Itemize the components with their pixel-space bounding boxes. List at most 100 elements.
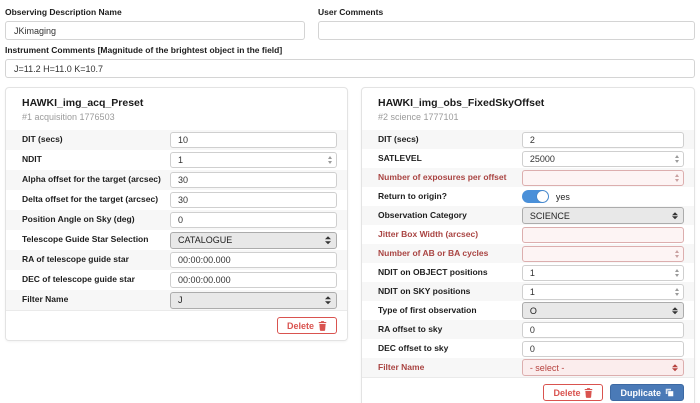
table-row: Return to origin? yes (362, 187, 694, 206)
ra-guide-star-input[interactable] (170, 252, 337, 268)
table-row: DEC offset to sky (362, 339, 694, 358)
filter-name-select[interactable]: - select - (522, 359, 684, 376)
instrument-comments-label: Instrument Comments [Magnitude of the br… (5, 45, 695, 55)
instrument-comments-input[interactable] (5, 59, 695, 78)
field-label: Delta offset for the target (arcsec) (22, 195, 170, 205)
selected-value: - select - (530, 363, 565, 373)
observing-description-label: Observing Description Name (5, 7, 305, 17)
delete-button[interactable]: Delete (543, 384, 603, 401)
updown-caret-icon (672, 364, 678, 372)
duplicate-button[interactable]: Duplicate (610, 384, 684, 401)
table-row: Delta offset for the target (arcsec) (6, 190, 347, 210)
field-label: SATLEVEL (378, 154, 522, 164)
table-row: DEC of telescope guide star (6, 270, 347, 290)
table-row: Alpha offset for the target (arcsec) (6, 170, 347, 190)
dit-input[interactable] (522, 132, 684, 148)
panel-subtitle: #2 science 1777101 (378, 112, 678, 122)
user-comments-label: User Comments (318, 7, 695, 17)
selected-value: J (178, 295, 183, 305)
table-row: RA offset to sky (362, 320, 694, 339)
field-label: DEC offset to sky (378, 344, 522, 354)
od-summary-section: Observing Description Name User Comments… (5, 4, 695, 78)
dec-offset-sky-input[interactable] (522, 341, 684, 357)
table-row: RA of telescope guide star (6, 250, 347, 270)
field-label: DIT (secs) (378, 135, 522, 145)
copy-icon (665, 388, 674, 397)
field-label: Position Angle on Sky (deg) (22, 215, 170, 225)
delete-button[interactable]: Delete (277, 317, 337, 334)
first-observation-type-select[interactable]: O (522, 302, 684, 319)
ndit-input[interactable] (170, 152, 337, 168)
number-spinner-icon[interactable] (675, 250, 679, 258)
table-row: Jitter Box Width (arcsec) (362, 225, 694, 244)
updown-caret-icon (325, 296, 331, 304)
ndit-object-input[interactable] (522, 265, 684, 281)
table-row: NDIT (6, 150, 347, 170)
field-label: DEC of telescope guide star (22, 275, 170, 285)
selected-value: SCIENCE (530, 211, 570, 221)
trash-icon (318, 321, 327, 331)
panel-title: HAWKI_img_obs_FixedSkyOffset (378, 97, 678, 109)
table-row: SATLEVEL (362, 149, 694, 168)
panel-title: HAWKI_img_acq_Preset (22, 97, 331, 109)
observing-description-input[interactable] (5, 21, 305, 40)
parameter-table: DIT (secs) NDIT Alpha offset for the tar… (6, 130, 347, 310)
field-label: Filter Name (378, 363, 522, 373)
table-row: DIT (secs) (6, 130, 347, 150)
field-label: NDIT on SKY positions (378, 287, 522, 297)
table-row: DIT (secs) (362, 130, 694, 149)
trash-icon (584, 388, 593, 398)
field-label: RA of telescope guide star (22, 255, 170, 265)
acquisition-template-panel: HAWKI_img_acq_Preset #1 acquisition 1776… (5, 87, 348, 341)
field-label: Alpha offset for the target (arcsec) (22, 175, 170, 185)
return-to-origin-toggle[interactable] (522, 190, 549, 203)
table-row: Position Angle on Sky (deg) (6, 210, 347, 230)
user-comments-input[interactable] (318, 21, 695, 40)
table-row: Observation Category SCIENCE (362, 206, 694, 225)
number-spinner-icon[interactable] (675, 155, 679, 163)
table-row: Number of AB or BA cycles (362, 244, 694, 263)
alpha-offset-input[interactable] (170, 172, 337, 188)
dec-guide-star-input[interactable] (170, 272, 337, 288)
guide-star-selection-select[interactable]: CATALOGUE (170, 232, 337, 249)
table-row: Number of exposures per offset (362, 168, 694, 187)
number-spinner-icon[interactable] (675, 174, 679, 182)
field-label: Observation Category (378, 211, 522, 221)
ra-offset-sky-input[interactable] (522, 322, 684, 338)
field-label: Number of exposures per offset (378, 173, 522, 183)
panel-subtitle: #1 acquisition 1776503 (22, 112, 331, 122)
number-spinner-icon[interactable] (675, 288, 679, 296)
updown-caret-icon (672, 212, 678, 220)
field-label: Jitter Box Width (arcsec) (378, 230, 522, 240)
table-row: Type of first observation O (362, 301, 694, 320)
number-spinner-icon[interactable] (675, 269, 679, 277)
toggle-state-label: yes (556, 192, 570, 202)
table-row: Filter Name - select - (362, 358, 694, 377)
observation-editor-page: Observing Description Name User Comments… (0, 0, 700, 403)
field-label: Telescope Guide Star Selection (22, 235, 170, 245)
filter-name-select[interactable]: J (170, 292, 337, 309)
updown-caret-icon (672, 307, 678, 315)
observation-category-select[interactable]: SCIENCE (522, 207, 684, 224)
field-label: Filter Name (22, 295, 170, 305)
table-row: NDIT on SKY positions (362, 282, 694, 301)
updown-caret-icon (325, 236, 331, 244)
delta-offset-input[interactable] (170, 192, 337, 208)
dit-input[interactable] (170, 132, 337, 148)
field-label: Type of first observation (378, 306, 522, 316)
ndit-sky-input[interactable] (522, 284, 684, 300)
position-angle-input[interactable] (170, 212, 337, 228)
table-row: Filter Name J (6, 290, 347, 310)
science-template-panel: HAWKI_img_obs_FixedSkyOffset #2 science … (361, 87, 695, 403)
table-row: NDIT on OBJECT positions (362, 263, 694, 282)
field-label: DIT (secs) (22, 135, 170, 145)
jitter-box-width-input[interactable] (522, 227, 684, 243)
field-label: Return to origin? (378, 192, 522, 202)
field-label: NDIT (22, 155, 170, 165)
number-spinner-icon[interactable] (328, 156, 332, 164)
parameter-table: DIT (secs) SATLEVEL Number of exposures … (362, 130, 694, 377)
satlevel-input[interactable] (522, 151, 684, 167)
exposures-per-offset-input[interactable] (522, 170, 684, 186)
field-label: NDIT on OBJECT positions (378, 268, 522, 278)
ab-ba-cycles-input[interactable] (522, 246, 684, 262)
